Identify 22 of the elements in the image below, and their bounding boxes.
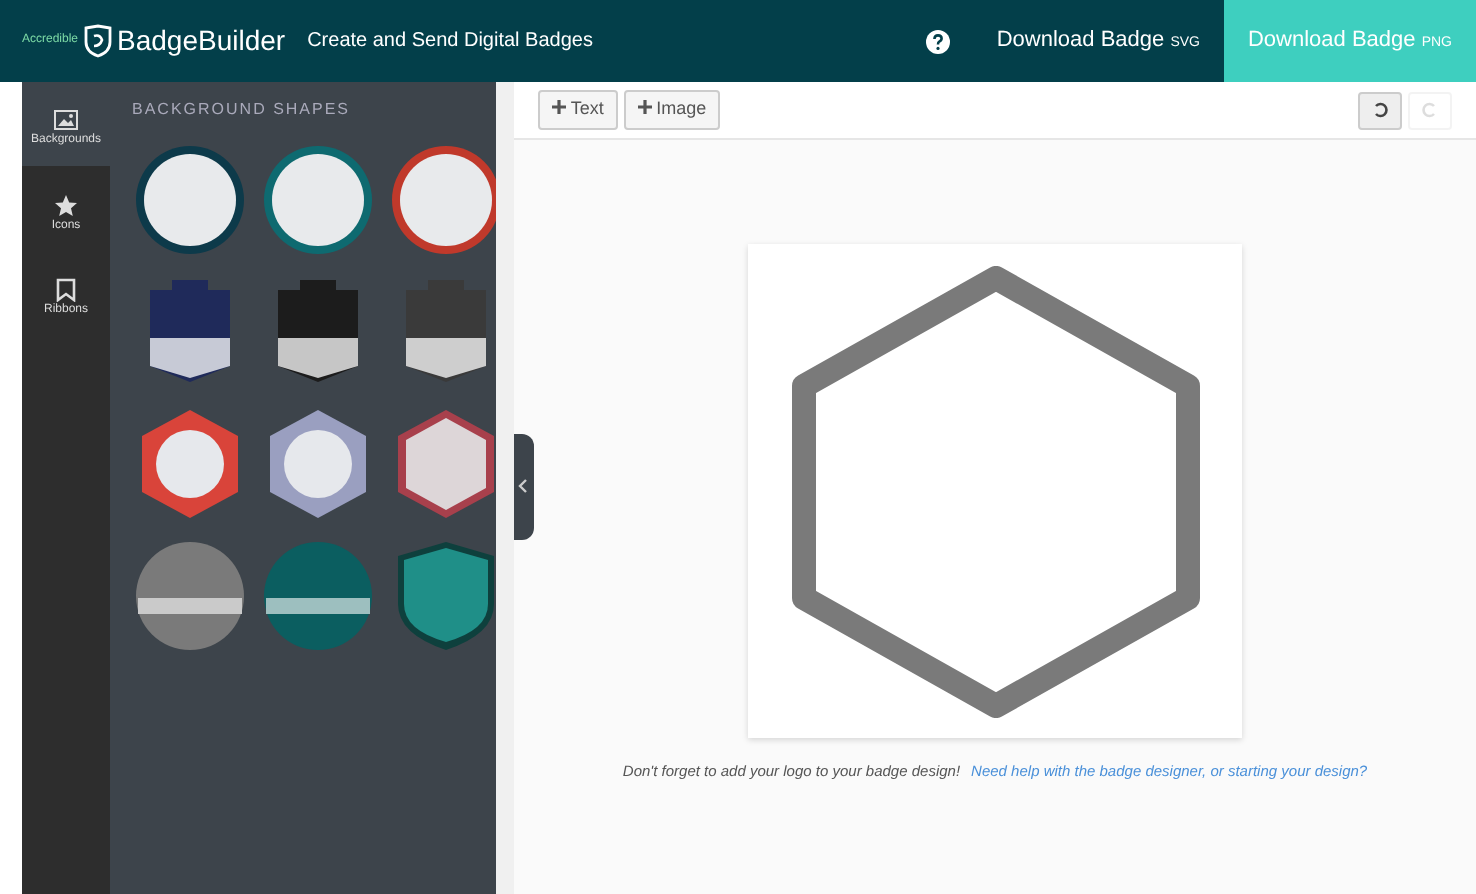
badge-shape-option[interactable] bbox=[132, 538, 248, 654]
plus-icon bbox=[552, 100, 566, 115]
badge-shape-option[interactable] bbox=[260, 142, 376, 258]
undo-icon bbox=[1370, 99, 1391, 120]
toolbar-button[interactable]: Text bbox=[538, 90, 618, 130]
app-name: BadgeBuilder bbox=[117, 22, 286, 60]
collapse-handle[interactable] bbox=[514, 434, 534, 540]
bookmark-icon bbox=[56, 277, 76, 301]
toolbar-button[interactable]: Image bbox=[623, 90, 721, 130]
hexagon-badge-drawing[interactable] bbox=[787, 265, 1203, 717]
undo-button[interactable] bbox=[1358, 91, 1403, 129]
help-icon[interactable] bbox=[926, 29, 951, 53]
badge-shape-option[interactable] bbox=[260, 538, 376, 654]
tagline: Create and Send Digital Badges bbox=[307, 28, 593, 56]
scrollbar[interactable] bbox=[496, 82, 514, 894]
badge-shape-option[interactable] bbox=[132, 142, 248, 258]
image-icon bbox=[54, 110, 78, 131]
panel-title: BACKGROUND SHAPES bbox=[132, 98, 353, 122]
star-icon bbox=[54, 193, 78, 217]
shield-logo-icon bbox=[83, 24, 112, 58]
redo-icon bbox=[1420, 99, 1440, 120]
plus-icon bbox=[637, 100, 652, 115]
